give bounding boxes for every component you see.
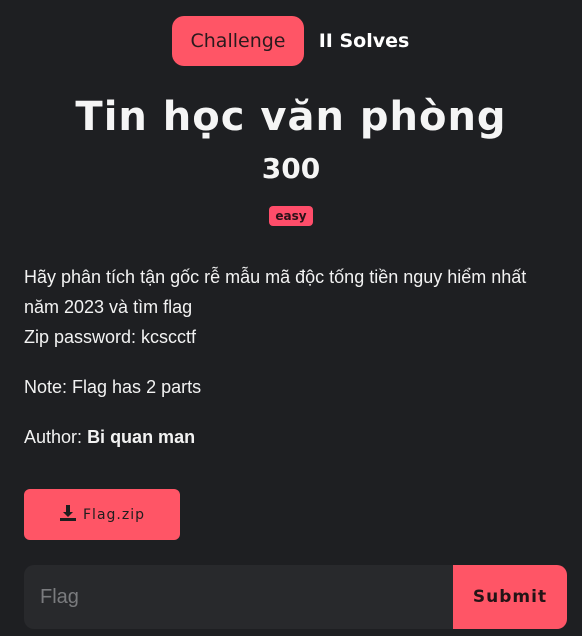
download-button[interactable]: Flag.zip: [24, 489, 180, 540]
description-note: Note: Flag has 2 parts: [24, 377, 202, 397]
tab-solves[interactable]: II Solves: [318, 16, 410, 66]
author-name: Bi quan man: [87, 427, 196, 447]
author-line: Author: Bi quan man: [24, 422, 558, 452]
submit-button[interactable]: Submit: [453, 565, 567, 629]
challenge-points: 300: [261, 152, 321, 185]
challenge-title: Tin học văn phòng: [75, 94, 507, 140]
challenge-description: Hãy phân tích tận gốc rễ mẫu mã độc tống…: [24, 262, 558, 452]
challenge-tabs: Challenge II Solves: [0, 16, 582, 66]
flag-input[interactable]: [24, 565, 453, 629]
description-text: Hãy phân tích tận gốc rễ mẫu mã độc tống…: [24, 267, 527, 317]
zip-password: Zip password: kcscctf: [24, 327, 197, 347]
difficulty-badge-wrap: easy: [0, 205, 582, 226]
difficulty-badge: easy: [269, 206, 313, 226]
download-icon: [59, 504, 77, 526]
tab-challenge[interactable]: Challenge: [172, 16, 304, 66]
download-label: Flag.zip: [83, 506, 145, 523]
flag-form: Submit: [24, 565, 567, 629]
author-label: Author:: [24, 427, 83, 447]
